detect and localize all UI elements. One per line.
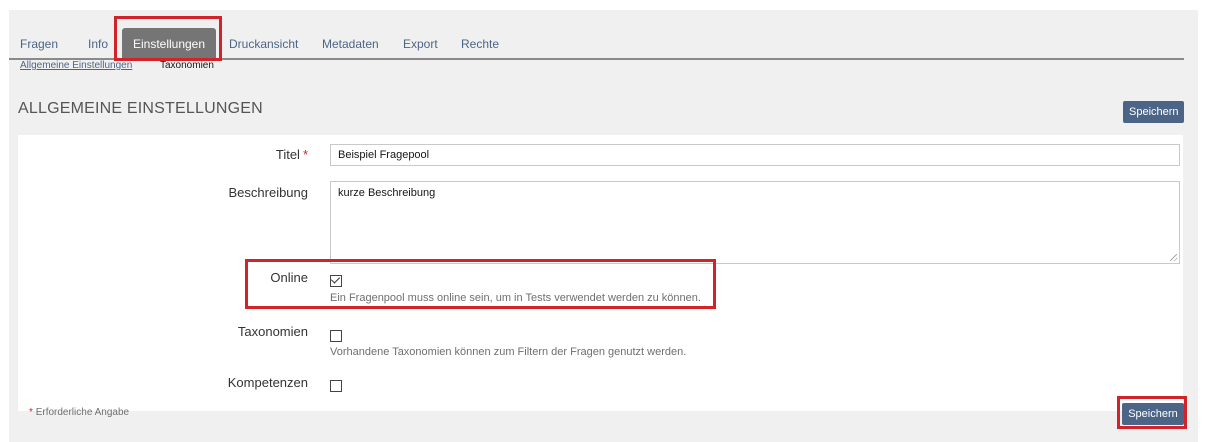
required-mark-footer: * — [29, 407, 33, 418]
tab-druckansicht[interactable]: Druckansicht — [224, 28, 303, 59]
checkmark-icon — [330, 274, 341, 284]
label-column: Titel * Beschreibung Online Taxonomien Ko… — [18, 135, 308, 411]
description-text: kurze Beschreibung — [338, 187, 436, 199]
description-label: Beschreibung — [228, 185, 309, 200]
section-title: ALLGEMEINE EINSTELLUNGEN — [18, 100, 263, 117]
taxonomies-label: Taxonomien — [237, 324, 308, 339]
tab-metadaten[interactable]: Metadaten — [317, 28, 384, 59]
tab-einstellungen[interactable]: Einstellungen — [122, 28, 216, 59]
description-textarea[interactable]: kurze Beschreibung — [330, 181, 1180, 264]
title-input[interactable]: Beispiel Fragepool — [330, 144, 1180, 166]
online-help: Ein Fragenpool muss online sein, um in T… — [330, 292, 701, 304]
taxonomies-help: Vorhandene Taxonomien können zum Filtern… — [330, 346, 687, 358]
required-note: * Erforderliche Angabe — [29, 407, 129, 418]
tab-export[interactable]: Export — [398, 28, 443, 59]
subtab-taxonomien[interactable]: Taxonomien — [160, 60, 214, 71]
tab-rechte[interactable]: Rechte — [456, 28, 504, 59]
tab-fragen[interactable]: Fragen — [15, 28, 63, 59]
resize-grip-icon[interactable] — [1170, 254, 1177, 261]
online-checkbox[interactable] — [330, 274, 342, 287]
save-button-top[interactable]: Speichern — [1123, 101, 1184, 123]
competences-checkbox[interactable] — [330, 380, 342, 392]
title-label-text: Titel — [275, 147, 300, 162]
page: Fragen Info Einstellungen Druckansicht M… — [9, 10, 1198, 442]
tab-bar: Fragen Info Einstellungen Druckansicht M… — [9, 28, 1184, 60]
online-label: Online — [270, 270, 308, 285]
competences-label: Kompetenzen — [227, 375, 308, 390]
tab-info[interactable]: Info — [83, 28, 113, 59]
taxonomies-checkbox[interactable] — [330, 330, 342, 342]
settings-form: Titel * Beschreibung Online Taxonomien Ko… — [18, 135, 1183, 411]
save-button-bottom[interactable]: Speichern — [1122, 403, 1184, 425]
required-note-text: Erforderliche Angabe — [35, 407, 130, 418]
required-mark: * — [302, 147, 308, 162]
subtab-allgemeine-einstellungen[interactable]: Allgemeine Einstellungen — [20, 60, 132, 71]
title-label: Titel * — [276, 147, 308, 162]
